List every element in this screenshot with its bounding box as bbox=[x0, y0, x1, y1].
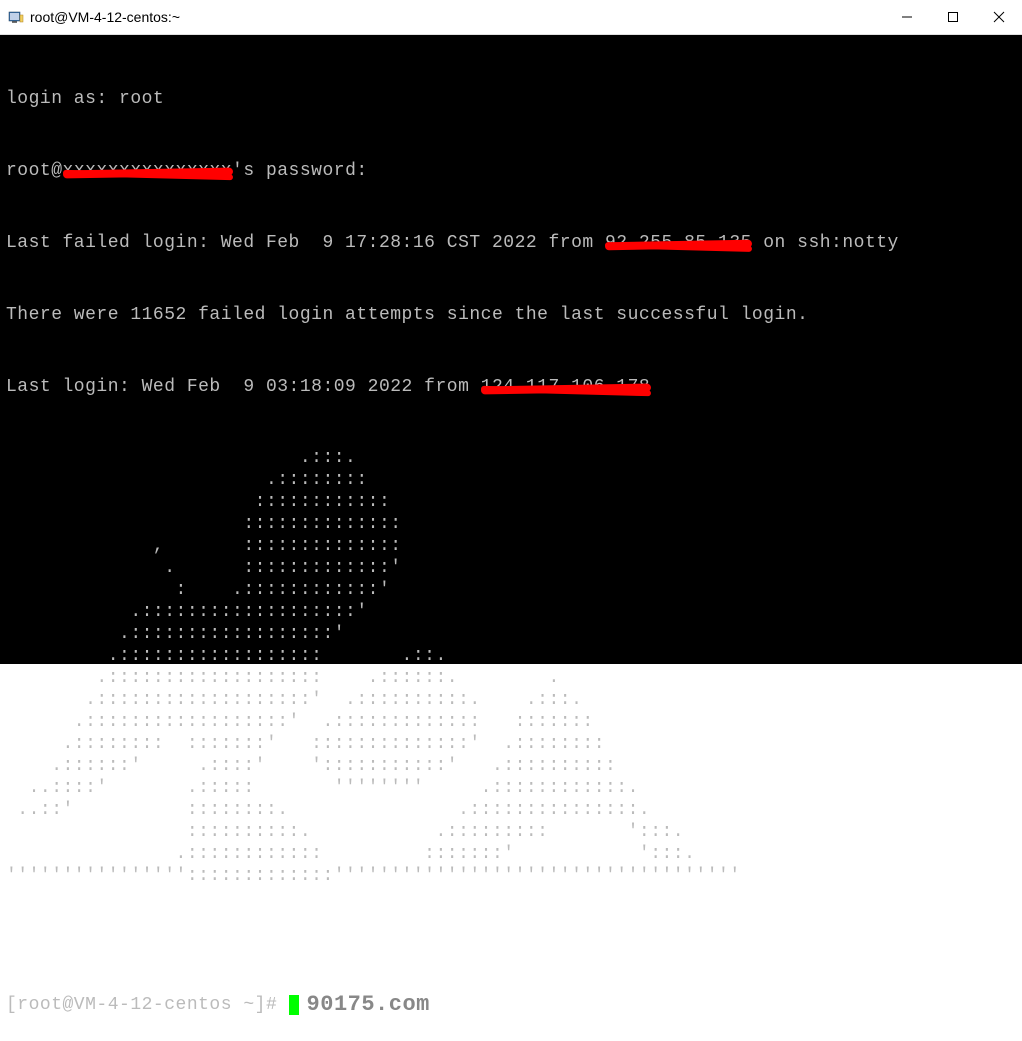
title-bar: root@VM-4-12-centos:~ bbox=[0, 0, 1022, 35]
root-at: root@ bbox=[6, 161, 63, 181]
password-suffix: 's password: bbox=[232, 161, 368, 181]
window-title: root@VM-4-12-centos:~ bbox=[30, 9, 180, 25]
last-login-prefix: Last login: Wed Feb 9 03:18:09 2022 from bbox=[6, 377, 481, 397]
window-controls bbox=[884, 0, 1022, 34]
last-failed-line: Last failed login: Wed Feb 9 17:28:16 CS… bbox=[6, 231, 1016, 255]
login-as-line: login as: root bbox=[6, 87, 1016, 111]
redacted-host: xxxxxxxxxxxxxxx bbox=[63, 159, 233, 183]
terminal[interactable]: login as: root root@xxxxxxxxxxxxxxx's pa… bbox=[0, 35, 1022, 664]
minimize-button[interactable] bbox=[884, 0, 930, 34]
last-failed-prefix: Last failed login: Wed Feb 9 17:28:16 CS… bbox=[6, 233, 605, 253]
watermark: 90175.com bbox=[307, 993, 430, 1017]
redacted-ip-2: 124.117.106.178 bbox=[481, 375, 651, 399]
redacted-ip-1: 92.255.85.135 bbox=[605, 231, 752, 255]
prompt-line: [root@VM-4-12-centos ~]# 90175.com bbox=[6, 993, 1016, 1017]
maximize-button[interactable] bbox=[930, 0, 976, 34]
terminal-cursor bbox=[289, 995, 299, 1015]
password-line: root@xxxxxxxxxxxxxxx's password: bbox=[6, 159, 1016, 183]
last-failed-suffix: on ssh:notty bbox=[752, 233, 899, 253]
close-button[interactable] bbox=[976, 0, 1022, 34]
ascii-art-motd: .:::. .:::::::: :::::::::::: :::::::::::… bbox=[6, 447, 1016, 887]
shell-prompt: [root@VM-4-12-centos ~]# bbox=[6, 993, 289, 1017]
putty-icon bbox=[8, 9, 24, 25]
title-left: root@VM-4-12-centos:~ bbox=[8, 9, 180, 25]
last-login-line: Last login: Wed Feb 9 03:18:09 2022 from… bbox=[6, 375, 1016, 399]
failed-attempts-line: There were 11652 failed login attempts s… bbox=[6, 303, 1016, 327]
